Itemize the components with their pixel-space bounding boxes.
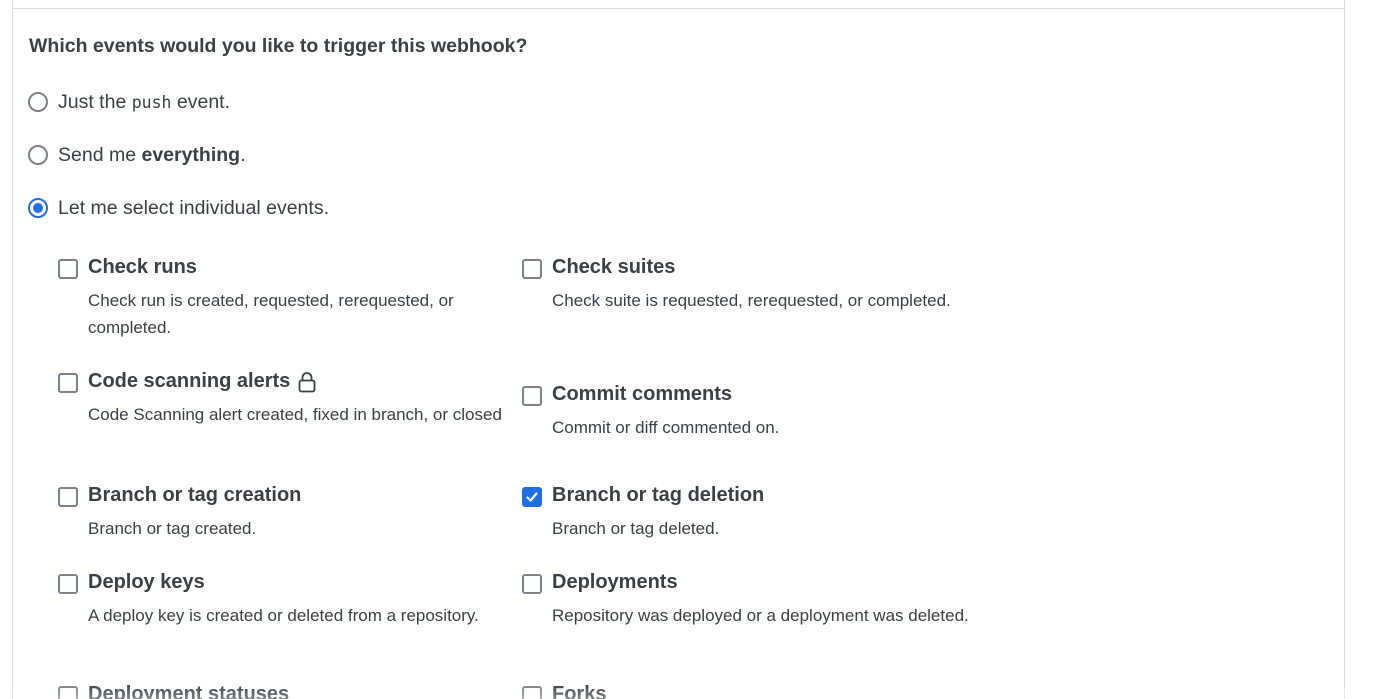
checkbox[interactable] — [58, 487, 78, 507]
event-title: Check runs — [88, 256, 197, 278]
event-description: Repository was deployed or a deployment … — [552, 606, 969, 625]
checkbox[interactable] — [58, 686, 78, 699]
radio-button[interactable] — [28, 92, 48, 112]
checkbox[interactable] — [522, 574, 542, 594]
radio-label: Let me select individual events. — [58, 196, 329, 219]
event-description: Branch or tag created. — [88, 519, 257, 538]
radio-label: Send me everything. — [58, 143, 246, 166]
event-description: Branch or tag deleted. — [552, 519, 720, 538]
radio-option-push[interactable]: Just the push event. — [28, 90, 230, 114]
event-title: Deploy keys — [88, 571, 205, 593]
checkbox[interactable] — [522, 259, 542, 279]
lock-icon — [298, 371, 316, 392]
checkbox[interactable] — [522, 386, 542, 406]
checkmark-icon — [526, 492, 538, 502]
event-title: Branch or tag creation — [88, 484, 302, 506]
radio-option-everything[interactable]: Send me everything. — [28, 143, 246, 167]
event-description: A deploy key is created or deleted from … — [88, 606, 479, 625]
event-description: Check suite is requested, rerequested, o… — [552, 291, 951, 310]
event-description: Commit or diff commented on. — [552, 418, 780, 437]
checkbox-checked[interactable] — [522, 487, 542, 507]
event-title-row: Code scanning alerts — [88, 370, 316, 393]
event-title: Deployment statuses — [88, 683, 290, 699]
checkbox[interactable] — [58, 259, 78, 279]
checkbox[interactable] — [58, 574, 78, 594]
panel-divider — [12, 8, 1345, 9]
radio-button[interactable] — [28, 145, 48, 165]
event-title: Forks — [552, 683, 607, 699]
event-title: Branch or tag deletion — [552, 484, 765, 506]
radio-label: Just the push event. — [58, 90, 231, 113]
event-description: Code Scanning alert created, fixed in br… — [88, 405, 502, 424]
radio-button-selected[interactable] — [28, 198, 48, 218]
radio-option-individual[interactable]: Let me select individual events. — [28, 196, 329, 220]
event-title: Deployments — [552, 571, 678, 593]
event-title: Commit comments — [552, 383, 733, 405]
event-title: Check suites — [552, 256, 676, 278]
checkbox[interactable] — [58, 373, 78, 393]
event-description: Check run is created, requested, rereque… — [88, 291, 454, 337]
events-heading: Which events would you like to trigger t… — [29, 35, 528, 57]
checkbox[interactable] — [522, 686, 542, 699]
